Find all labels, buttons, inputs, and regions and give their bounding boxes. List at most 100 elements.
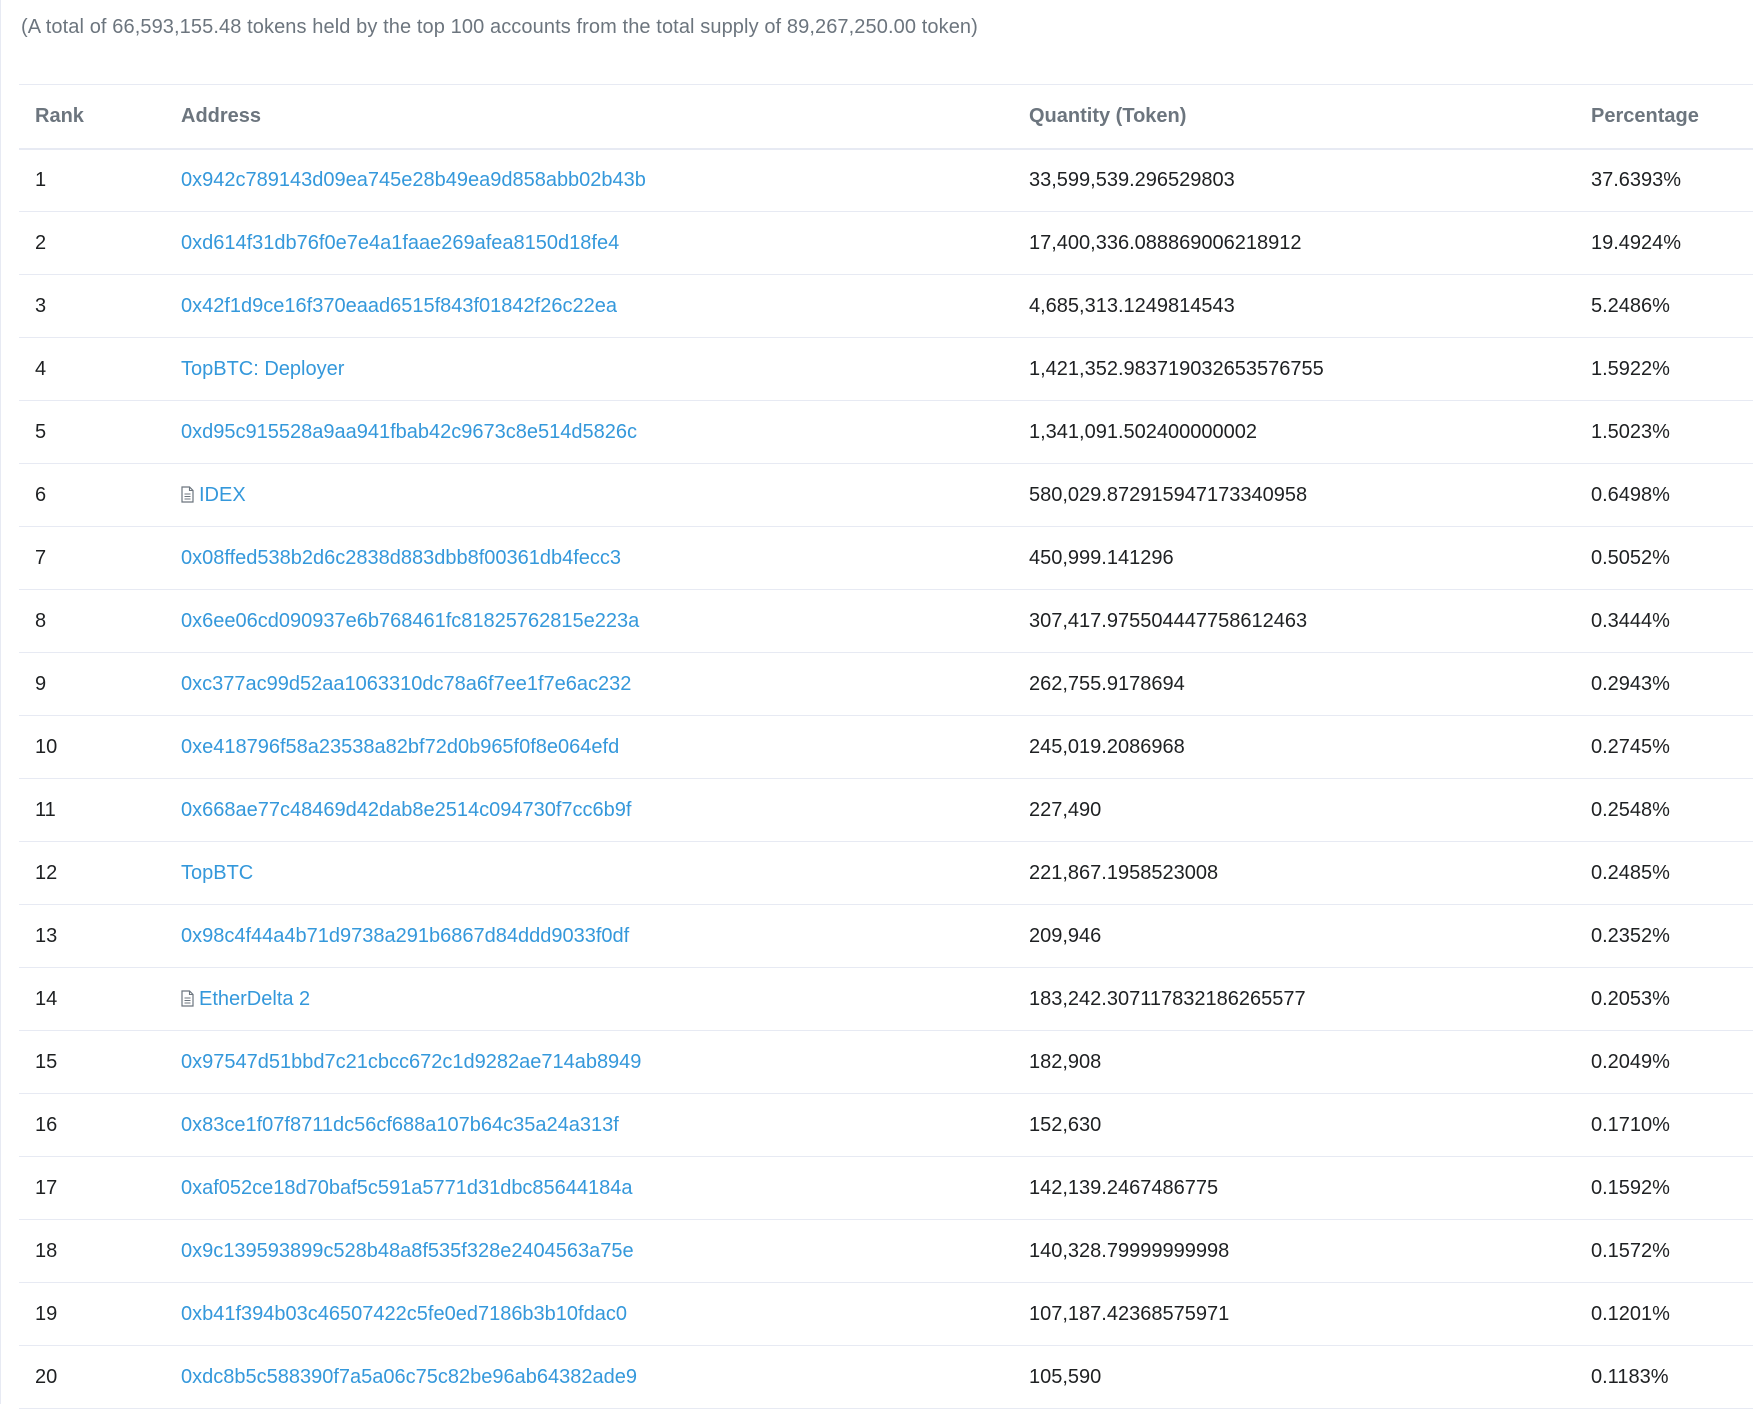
address-cell: 0xaf052ce18d70baf5c591a5771d31dbc8564418… [165,1157,1013,1220]
holders-table-header: Rank Address Quantity (Token) Percentage [19,84,1753,149]
address-link[interactable]: 0xaf052ce18d70baf5c591a5771d31dbc8564418… [181,1177,633,1199]
quantity-cell: 209,946 [1029,924,1102,947]
quantity-cell: 105,590 [1029,1365,1102,1388]
rank-cell: 5 [35,420,47,443]
address-link[interactable]: 0x6ee06cd090937e6b768461fc81825762815e22… [181,610,639,632]
percentage-cell: 0.2745% [1591,735,1670,758]
percentage-cell: 0.2053% [1591,987,1670,1010]
rank-cell: 18 [35,1239,58,1262]
rank-cell: 1 [35,168,47,191]
address-cell: 0x9c139593899c528b48a8f535f328e2404563a7… [165,1220,1013,1283]
percentage-cell: 5.2486% [1591,294,1670,317]
address-link[interactable]: 0xd614f31db76f0e7e4a1faae269afea8150d18f… [181,232,619,254]
rank-cell: 10 [35,735,58,758]
quantity-cell: 245,019.2086968 [1029,735,1185,758]
quantity-cell: 183,242.307117832186265577 [1029,987,1306,1010]
holder-row: 16 0x83ce1f07f8711dc56cf688a107b64c35a24a… [19,1094,1753,1157]
holder-row: 10 0xe418796f58a23538a82bf72d0b965f0f8e06… [19,716,1753,779]
holder-row: 14 EtherDelta 2 183,242.307117832186265577… [19,968,1753,1031]
address-link[interactable]: 0x9c139593899c528b48a8f535f328e2404563a7… [181,1240,634,1262]
rank-cell: 6 [35,483,47,506]
address-link[interactable]: TopBTC: Deployer [181,358,344,380]
address-link[interactable]: 0xdc8b5c588390f7a5a06c75c82be96ab64382ad… [181,1366,637,1388]
rank-cell: 7 [35,546,47,569]
percentage-cell: 0.5052% [1591,546,1670,569]
address-cell: 0x97547d51bbd7c21cbcc672c1d9282ae714ab89… [165,1031,1013,1094]
address-link[interactable]: TopBTC [181,862,253,884]
quantity-cell: 307,417.975504447758612463 [1029,609,1308,632]
header-row: Rank Address Quantity (Token) Percentage [19,84,1753,149]
address-cell: TopBTC: Deployer [165,338,1013,401]
address-cell: 0x98c4f44a4b71d9738a291b6867d84ddd9033f0… [165,905,1013,968]
rank-cell: 13 [35,924,58,947]
percentage-cell: 0.2548% [1591,798,1670,821]
quantity-cell: 140,328.79999999998 [1029,1239,1230,1262]
address-cell: TopBTC [165,842,1013,905]
holder-row: 11 0x668ae77c48469d42dab8e2514c094730f7cc… [19,779,1753,842]
address-cell: 0x6ee06cd090937e6b768461fc81825762815e22… [165,590,1013,653]
quantity-cell: 17,400,336.088869006218912 [1029,231,1302,254]
file-text-icon [181,485,194,503]
address-cell: 0xd95c915528a9aa941fbab42c9673c8e514d582… [165,401,1013,464]
quantity-cell: 262,755.9178694 [1029,672,1185,695]
percentage-cell: 19.4924% [1591,231,1682,254]
holders-summary: (A total of 66,593,155.48 tokens held by… [21,16,978,38]
rank-cell: 12 [35,861,58,884]
address-link[interactable]: 0x42f1d9ce16f370eaad6515f843f01842f26c22… [181,295,617,317]
rank-cell: 3 [35,294,47,317]
percentage-cell: 0.1201% [1591,1302,1670,1325]
rank-cell: 15 [35,1050,58,1073]
file-text-icon [181,989,194,1007]
address-link[interactable]: 0x98c4f44a4b71d9738a291b6867d84ddd9033f0… [181,925,629,947]
rank-cell: 19 [35,1302,58,1325]
quantity-column-header: Quantity (Token) [1029,104,1187,127]
quantity-cell: 142,139.2467486775 [1029,1176,1219,1199]
address-link[interactable]: 0xe418796f58a23538a82bf72d0b965f0f8e064e… [181,736,619,758]
percentage-cell: 0.3444% [1591,609,1670,632]
holder-row: 5 0xd95c915528a9aa941fbab42c9673c8e514d58… [19,401,1753,464]
address-cell: 0x08ffed538b2d6c2838d883dbb8f00361db4fec… [165,527,1013,590]
holder-row: 18 0x9c139593899c528b48a8f535f328e2404563… [19,1220,1753,1283]
percentage-cell: 0.1572% [1591,1239,1670,1262]
quantity-cell: 227,490 [1029,798,1102,821]
holder-row: 12 TopBTC 221,867.1958523008 0.2485% [19,842,1753,905]
address-link[interactable]: IDEX [199,484,246,506]
address-link[interactable]: 0x97547d51bbd7c21cbcc672c1d9282ae714ab89… [181,1051,641,1073]
address-link[interactable]: 0x08ffed538b2d6c2838d883dbb8f00361db4fec… [181,547,621,569]
quantity-cell: 182,908 [1029,1050,1102,1073]
holder-row: 7 0x08ffed538b2d6c2838d883dbb8f00361db4fe… [19,527,1753,590]
rank-cell: 17 [35,1176,58,1199]
address-cell: 0x42f1d9ce16f370eaad6515f843f01842f26c22… [165,275,1013,338]
percentage-cell: 0.1710% [1591,1113,1670,1136]
address-link[interactable]: 0x83ce1f07f8711dc56cf688a107b64c35a24a31… [181,1114,619,1136]
address-link[interactable]: 0xd95c915528a9aa941fbab42c9673c8e514d582… [181,421,637,443]
holder-row: 19 0xb41f394b03c46507422c5fe0ed7186b3b10f… [19,1283,1753,1346]
address-cell: 0xd614f31db76f0e7e4a1faae269afea8150d18f… [165,212,1013,275]
quantity-cell: 33,599,539.296529803 [1029,168,1235,191]
address-link[interactable]: 0xb41f394b03c46507422c5fe0ed7186b3b10fda… [181,1303,627,1325]
percentage-cell: 0.2943% [1591,672,1670,695]
percentage-cell: 0.6498% [1591,483,1670,506]
rank-cell: 11 [35,798,56,821]
quantity-cell: 221,867.1958523008 [1029,861,1219,884]
address-cell: 0xdc8b5c588390f7a5a06c75c82be96ab64382ad… [165,1346,1013,1409]
holder-row: 6 IDEX 580,029.872915947173340958 0.6498% [19,464,1753,527]
rank-cell: 16 [35,1113,58,1136]
address-link[interactable]: 0x668ae77c48469d42dab8e2514c094730f7cc6b… [181,799,631,821]
rank-cell: 4 [35,357,47,380]
holder-row: 4 TopBTC: Deployer 1,421,352.9837190326535… [19,338,1753,401]
quantity-cell: 4,685,313.1249814543 [1029,294,1235,317]
percentage-cell: 0.2352% [1591,924,1670,947]
address-cell: 0x668ae77c48469d42dab8e2514c094730f7cc6b… [165,779,1013,842]
quantity-cell: 450,999.141296 [1029,546,1174,569]
address-link[interactable]: 0x942c789143d09ea745e28b49ea9d858abb02b4… [181,169,646,191]
address-cell: 0xb41f394b03c46507422c5fe0ed7186b3b10fda… [165,1283,1013,1346]
address-link[interactable]: 0xc377ac99d52aa1063310dc78a6f7ee1f7e6ac2… [181,673,631,695]
rank-column-header: Rank [35,104,84,127]
holder-row: 20 0xdc8b5c588390f7a5a06c75c82be96ab64382… [19,1346,1753,1409]
rank-cell: 2 [35,231,47,254]
address-cell: EtherDelta 2 [165,968,1013,1031]
holder-row: 9 0xc377ac99d52aa1063310dc78a6f7ee1f7e6ac… [19,653,1753,716]
address-link[interactable]: EtherDelta 2 [199,988,310,1010]
percentage-cell: 37.6393% [1591,168,1682,191]
